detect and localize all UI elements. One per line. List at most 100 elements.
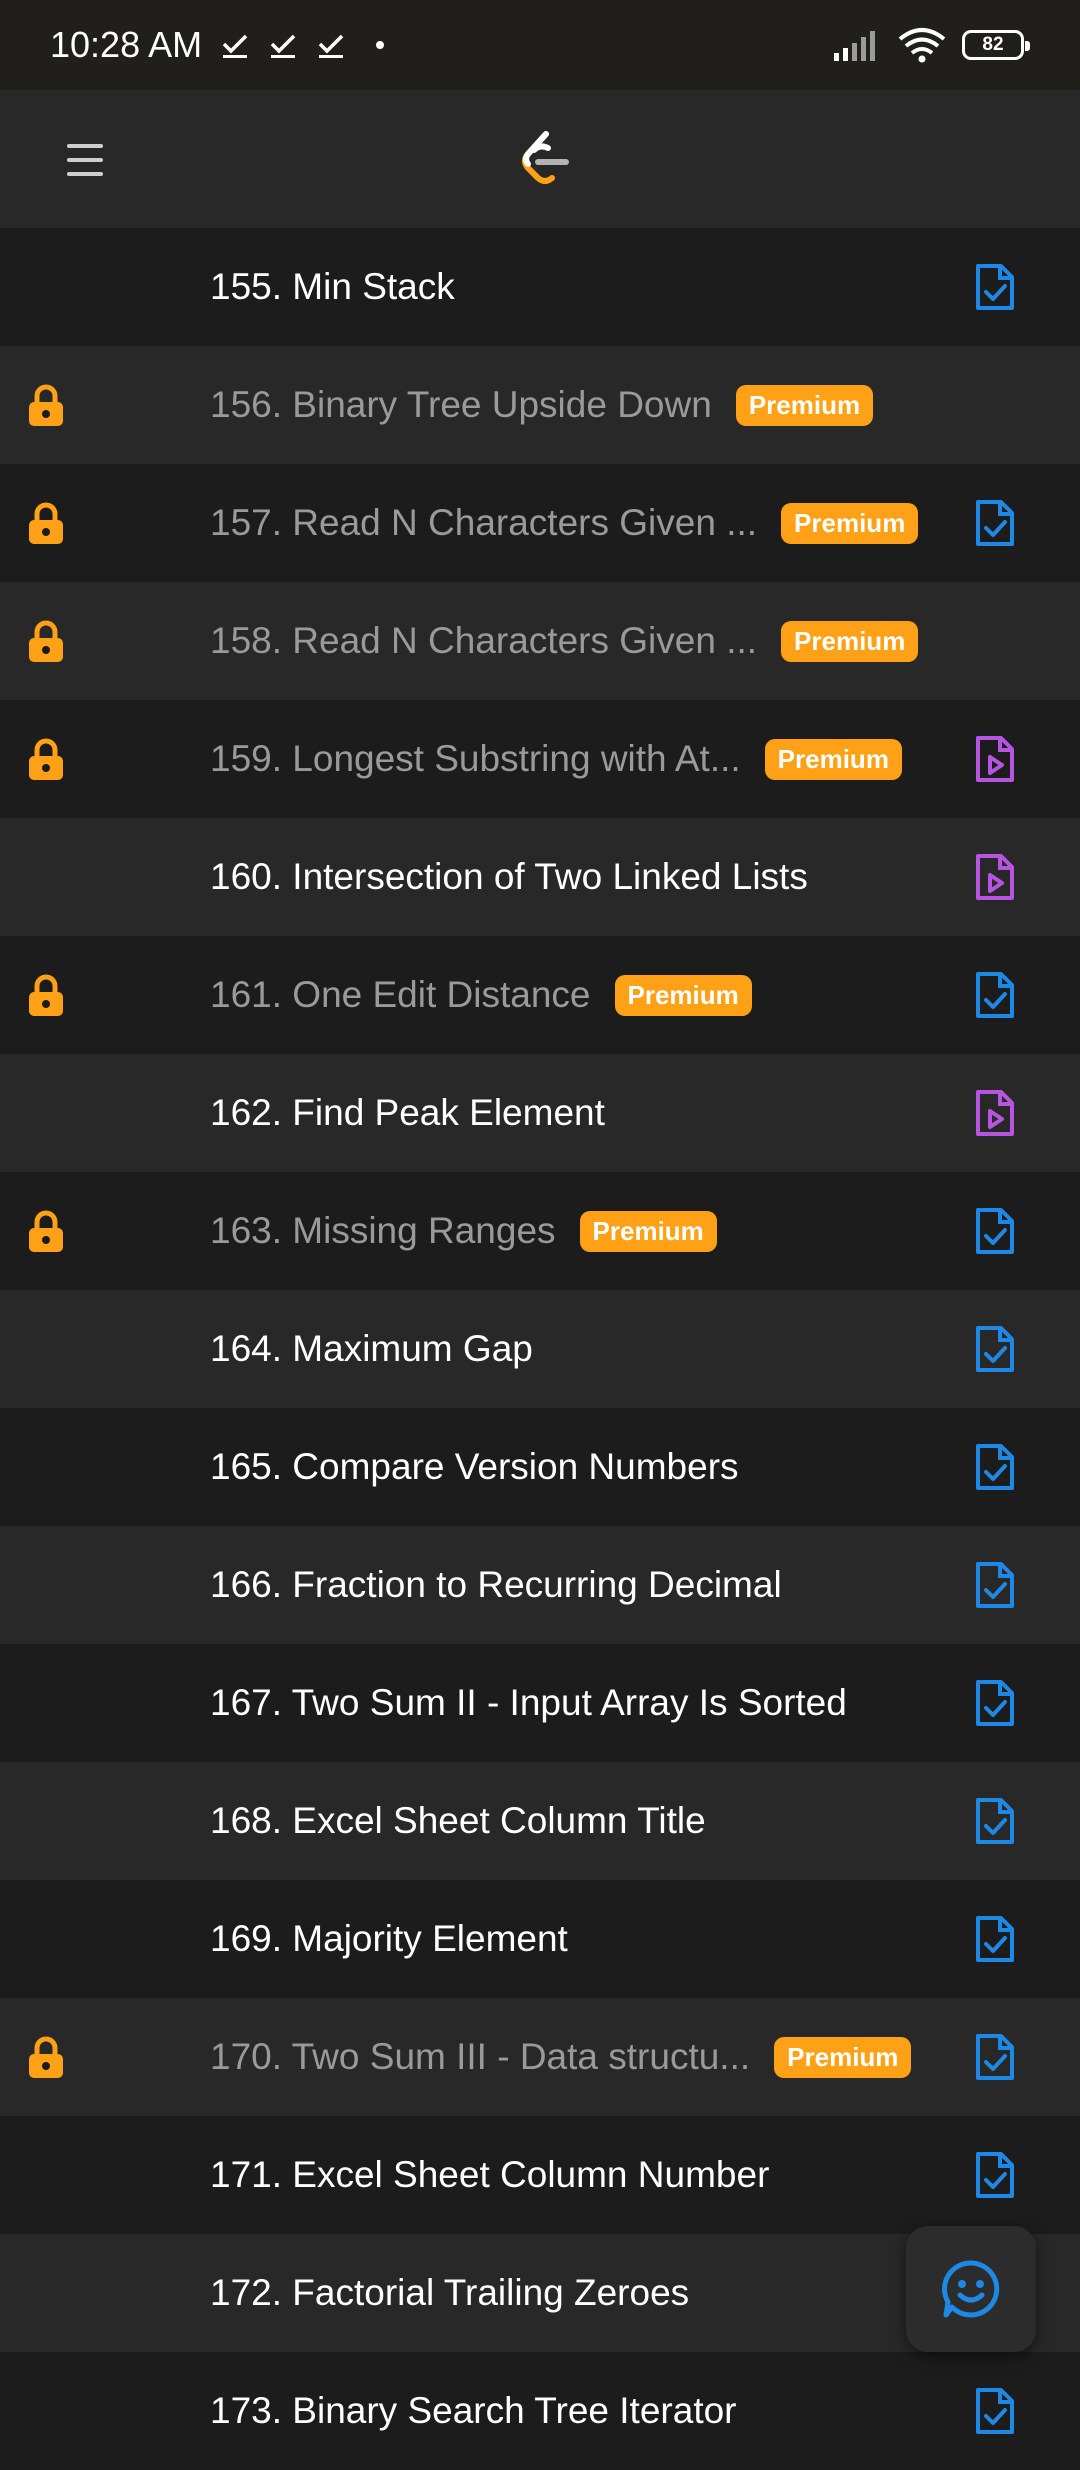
lock-icon [26, 501, 66, 545]
problem-title-wrap: 167. Two Sum II - Input Array Is Sorted [210, 1644, 847, 1762]
lock-icon [26, 737, 66, 781]
problem-title-wrap: 159. Longest Substring with At... Premium [210, 700, 902, 818]
problem-row[interactable]: 173. Binary Search Tree Iterator [0, 2352, 1080, 2470]
problem-row[interactable]: 164. Maximum Gap [0, 1290, 1080, 1408]
feedback-button[interactable] [906, 2226, 1036, 2352]
problem-title: 159. Longest Substring with At... [210, 738, 741, 779]
problem-title: 163. Missing Ranges [210, 1210, 556, 1251]
problem-row[interactable]: 166. Fraction to Recurring Decimal [0, 1526, 1080, 1644]
problem-title-wrap: 169. Majority Element [210, 1880, 568, 1998]
download-done-icon [270, 34, 296, 58]
app-header [0, 90, 1080, 228]
problem-row[interactable]: 155. Min Stack [0, 228, 1080, 346]
problem-row[interactable]: 171. Excel Sheet Column Number [0, 2116, 1080, 2234]
solution-check-icon[interactable] [974, 2032, 1016, 2082]
problem-row[interactable]: 165. Compare Version Numbers [0, 1408, 1080, 1526]
problem-row[interactable]: 158. Read N Characters Given ... Premium [0, 582, 1080, 700]
problem-title: 168. Excel Sheet Column Title [210, 1800, 706, 1841]
premium-badge: Premium [781, 502, 919, 544]
problem-title: 169. Majority Element [210, 1918, 568, 1959]
leetcode-logo[interactable] [512, 128, 576, 192]
premium-badge: Premium [764, 738, 902, 780]
feedback-smiley-icon [942, 2260, 1000, 2318]
problem-title: 161. One Edit Distance [210, 974, 591, 1015]
download-done-icon [318, 34, 344, 58]
signal-icon [834, 31, 875, 61]
problem-title: 173. Binary Search Tree Iterator [210, 2390, 737, 2431]
status-time: 10:28 AM [50, 24, 203, 65]
premium-badge: Premium [774, 2036, 912, 2078]
problem-title: 160. Intersection of Two Linked Lists [210, 856, 808, 897]
solution-check-icon[interactable] [974, 1442, 1016, 1492]
problem-title: 166. Fraction to Recurring Decimal [210, 1564, 782, 1605]
problem-title-wrap: 164. Maximum Gap [210, 1290, 533, 1408]
problem-title-wrap: 155. Min Stack [210, 228, 455, 346]
problem-title: 171. Excel Sheet Column Number [210, 2154, 770, 2195]
problem-row[interactable]: 156. Binary Tree Upside Down Premium [0, 346, 1080, 464]
solution-check-icon[interactable] [974, 1324, 1016, 1374]
problem-title-wrap: 157. Read N Characters Given ... Premium [210, 464, 919, 582]
video-solution-icon[interactable] [974, 852, 1016, 902]
problem-row[interactable]: 160. Intersection of Two Linked Lists [0, 818, 1080, 936]
video-solution-icon[interactable] [974, 734, 1016, 784]
wifi-icon [898, 28, 946, 63]
solution-check-icon[interactable] [974, 1678, 1016, 1728]
premium-badge: Premium [614, 974, 752, 1016]
solution-check-icon[interactable] [974, 2150, 1016, 2200]
hamburger-menu-icon[interactable] [52, 132, 118, 188]
problem-title-wrap: 172. Factorial Trailing Zeroes [210, 2234, 689, 2352]
battery-level: 82 [982, 34, 1004, 55]
problem-title: 172. Factorial Trailing Zeroes [210, 2272, 690, 2313]
problem-title: 167. Two Sum II - Input Array Is Sorted [210, 1682, 847, 1723]
problem-row[interactable]: 170. Two Sum III - Data structu... Premiu… [0, 1998, 1080, 2116]
solution-check-icon[interactable] [974, 970, 1016, 1020]
lock-icon [26, 973, 66, 1017]
premium-badge: Premium [781, 620, 919, 662]
problem-title: 170. Two Sum III - Data structu... [210, 2036, 751, 2077]
problem-title-wrap: 156. Binary Tree Upside Down Premium [210, 346, 874, 464]
problem-title-wrap: 166. Fraction to Recurring Decimal [210, 1526, 782, 1644]
lock-icon [26, 619, 66, 663]
problem-title: 162. Find Peak Element [210, 1092, 605, 1133]
problem-title-wrap: 158. Read N Characters Given ... Premium [210, 582, 919, 700]
lock-icon [26, 383, 66, 427]
problem-list: 155. Min Stack 156. Binary Tree Upside Do… [0, 228, 1080, 2470]
problem-title: 158. Read N Characters Given ... [210, 620, 758, 661]
problem-title-wrap: 168. Excel Sheet Column Title [210, 1762, 706, 1880]
problem-row[interactable]: 162. Find Peak Element [0, 1054, 1080, 1172]
problem-title: 156. Binary Tree Upside Down [210, 384, 712, 425]
problem-title: 155. Min Stack [210, 266, 455, 307]
problem-row[interactable]: 168. Excel Sheet Column Title [0, 1762, 1080, 1880]
problem-row[interactable]: 161. One Edit Distance Premium [0, 936, 1080, 1054]
solution-check-icon[interactable] [974, 262, 1016, 312]
problem-row[interactable]: 163. Missing Ranges Premium [0, 1172, 1080, 1290]
premium-badge: Premium [579, 1210, 717, 1252]
notification-dot-icon [376, 41, 385, 49]
problem-title-wrap: 165. Compare Version Numbers [210, 1408, 739, 1526]
problem-title: 157. Read N Characters Given ... [210, 502, 758, 543]
problem-title-wrap: 162. Find Peak Element [210, 1054, 605, 1172]
solution-check-icon[interactable] [974, 498, 1016, 548]
problem-title-wrap: 171. Excel Sheet Column Number [210, 2116, 769, 2234]
lock-icon [26, 2035, 66, 2079]
battery-icon: 82 [962, 30, 1030, 60]
video-solution-icon[interactable] [974, 1088, 1016, 1138]
solution-check-icon[interactable] [974, 1914, 1016, 1964]
problem-title-wrap: 161. One Edit Distance Premium [210, 936, 752, 1054]
problem-row[interactable]: 169. Majority Element [0, 1880, 1080, 1998]
premium-badge: Premium [735, 384, 874, 426]
problem-row[interactable]: 157. Read N Characters Given ... Premium [0, 464, 1080, 582]
problem-title-wrap: 173. Binary Search Tree Iterator [210, 2352, 737, 2470]
lock-icon [26, 1209, 66, 1253]
problem-row[interactable]: 167. Two Sum II - Input Array Is Sorted [0, 1644, 1080, 1762]
problem-row[interactable]: 159. Longest Substring with At... Premium [0, 700, 1080, 818]
solution-check-icon[interactable] [974, 1206, 1016, 1256]
status-bar: 10:28 AM 82 [0, 0, 1080, 90]
download-done-icon [222, 34, 248, 58]
solution-check-icon[interactable] [974, 1796, 1016, 1846]
solution-check-icon[interactable] [974, 2386, 1016, 2436]
problem-title: 164. Maximum Gap [210, 1328, 533, 1369]
problem-title: 165. Compare Version Numbers [210, 1446, 739, 1487]
solution-check-icon[interactable] [974, 1560, 1016, 1610]
problem-title-wrap: 163. Missing Ranges Premium [210, 1172, 717, 1290]
